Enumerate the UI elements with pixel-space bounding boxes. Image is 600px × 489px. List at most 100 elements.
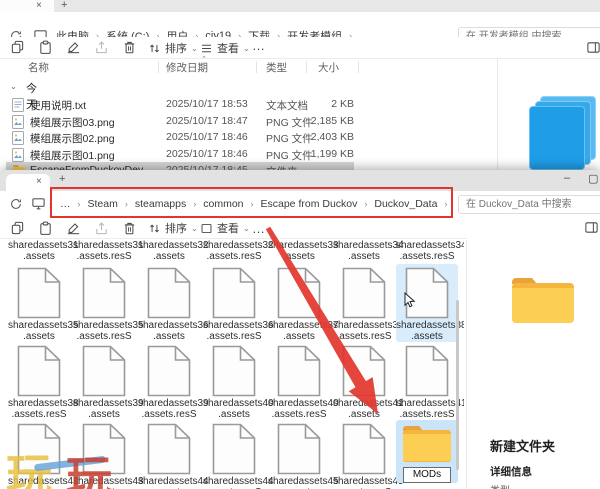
grid-item-file[interactable]: sharedassets35 .assets.resS: [73, 264, 144, 342]
file-icon: [268, 423, 330, 475]
column-header-row: ⌃ 名称 修改日期 类型 大小: [0, 56, 497, 76]
label-line1: sharedassets36: [138, 320, 209, 331]
grid-item-label: sharedassets32 .assets: [138, 240, 209, 262]
delete-icon[interactable]: [122, 221, 138, 237]
label-line1: sharedassets31: [73, 240, 144, 251]
sort-icon: [150, 224, 159, 232]
table-row[interactable]: 模组展示图03.png 2025/10/17 18:47 PNG 文件 2,185 K…: [0, 113, 497, 130]
grid-item-file[interactable]: sharedassets44.assets.resS: [203, 420, 274, 489]
grid-item-label: sharedassets38 .assets: [396, 320, 464, 342]
new-tab-icon[interactable]: +: [61, 0, 67, 11]
grid-item-label: sharedassets33 .assets: [268, 240, 339, 262]
rename-icon[interactable]: [66, 221, 82, 237]
view-button[interactable]: 查看 ⌄: [200, 40, 250, 56]
minimize-button[interactable]: –: [564, 172, 570, 184]
grid-item-file[interactable]: sharedassets40 .assets.resS: [268, 342, 339, 420]
table-row[interactable]: 模组展示图01.png 2025/10/17 18:46 PNG 文件 1,199 K…: [0, 146, 497, 163]
column-header-3[interactable]: 类型: [266, 60, 287, 75]
table-row[interactable]: 使用说明.txt 2025/10/17 18:53 文本文档 2 KB: [0, 96, 497, 113]
grid-item-label: sharedassets35 .assets.resS: [73, 320, 144, 342]
grid-item-file[interactable]: sharedassets41 .assets.resS: [396, 342, 464, 420]
image-file-icon: [12, 114, 25, 129]
file-icon: [333, 267, 395, 319]
grid-item-file[interactable]: sharedassets45.assets: [268, 420, 339, 489]
active-tab[interactable]: ×: [0, 0, 54, 12]
chevron-down-icon[interactable]: ⌄: [10, 82, 17, 91]
grid-item-file[interactable]: sharedassets44.assets: [138, 420, 209, 489]
share-icon[interactable]: [94, 40, 110, 56]
label-line2: .assets: [283, 331, 315, 342]
column-separator: [158, 61, 159, 73]
paste-icon[interactable]: [38, 221, 54, 237]
grid-item-file[interactable]: sharedassets34 .assets.resS: [396, 240, 464, 262]
more-options-button[interactable]: …: [252, 38, 266, 53]
text-file-icon: [12, 98, 25, 112]
grid-item-label: sharedassets37 .assets: [268, 320, 339, 342]
label-line2: .assets: [348, 409, 380, 420]
file-size: 2,185 KB: [310, 114, 354, 127]
grid-item-file[interactable]: sharedassets32 .assets: [138, 240, 209, 262]
delete-icon[interactable]: [122, 40, 138, 56]
chevron-down-icon: ⌄: [191, 43, 198, 53]
file-icon: [333, 423, 395, 475]
label-line1: sharedassets35: [73, 320, 144, 331]
more-options-button[interactable]: …: [252, 221, 266, 236]
search-input[interactable]: 在 Duckov_Data 中搜索: [458, 195, 600, 214]
label-line2: .assets.resS: [336, 331, 392, 342]
table-row[interactable]: 模组展示图02.png 2025/10/17 18:46 PNG 文件 2,403 K…: [0, 129, 497, 146]
grid-item-file[interactable]: sharedassets40 .assets: [203, 342, 274, 420]
grid-item-folder[interactable]: MODs: [396, 420, 458, 483]
label-line1: sharedassets45: [268, 476, 339, 487]
view-button[interactable]: 查看 ⌄: [200, 220, 250, 236]
grid-item-file[interactable]: sharedassets37 .assets: [268, 264, 339, 342]
chevron-down-icon: ⌄: [243, 223, 250, 233]
grid-item-file[interactable]: sharedassets39 .assets: [73, 342, 144, 420]
new-tab-icon[interactable]: +: [59, 173, 65, 185]
column-separator: [256, 61, 257, 73]
grid-item-file[interactable]: sharedassets38 .assets.resS: [8, 342, 79, 420]
rename-icon[interactable]: [66, 40, 82, 56]
grid-item-file[interactable]: sharedassets31 .assets: [8, 240, 79, 262]
grid-item-file[interactable]: sharedassets36 .assets: [138, 264, 209, 342]
label-line1: sharedassets39: [138, 398, 209, 409]
share-icon[interactable]: [94, 221, 110, 237]
label-line2: .assets: [411, 331, 443, 342]
label-line1: sharedassets34: [333, 240, 404, 251]
refresh-icon[interactable]: [9, 197, 23, 216]
details-pane-icon[interactable]: [586, 40, 600, 56]
grid-item-file[interactable]: sharedassets35 .assets: [8, 264, 79, 342]
copy-icon[interactable]: [10, 40, 26, 56]
rename-input[interactable]: MODs: [403, 467, 451, 483]
column-header-2[interactable]: 修改日期: [166, 60, 208, 75]
sort-button[interactable]: 排序 ⌄: [148, 220, 198, 236]
active-tab[interactable]: ×: [6, 174, 50, 191]
grid-item-file[interactable]: sharedassets39 .assets.resS: [138, 342, 209, 420]
paste-icon[interactable]: [38, 40, 54, 56]
sort-button[interactable]: 排序 ⌄: [148, 40, 198, 56]
vertical-scrollbar[interactable]: [456, 300, 459, 470]
copy-icon[interactable]: [10, 221, 26, 237]
close-tab-icon[interactable]: ×: [36, 0, 42, 12]
grid-item-file[interactable]: sharedassets32 .assets.resS: [203, 240, 274, 262]
grid-item-file[interactable]: sharedassets41 .assets: [333, 342, 404, 420]
close-tab-icon[interactable]: ×: [36, 176, 42, 188]
details-pane-icon[interactable]: [584, 220, 600, 236]
image-file-icon: [12, 147, 25, 162]
column-header-4[interactable]: 大小: [318, 60, 339, 75]
column-header-1[interactable]: 名称: [28, 60, 49, 75]
grid-item-file[interactable]: sharedassets31 .assets.resS: [73, 240, 144, 262]
grid-item-file[interactable]: sharedassets33 .assets: [268, 240, 339, 262]
maximize-button[interactable]: ▢: [588, 172, 598, 185]
grid-item-file[interactable]: sharedassets34 .assets: [333, 240, 404, 262]
this-pc-icon[interactable]: [31, 196, 46, 216]
grid-item-label: sharedassets41 .assets: [333, 398, 404, 420]
details-title: 新建文件夹: [490, 439, 556, 454]
file-size: 2 KB: [331, 98, 354, 110]
label-line1: sharedassets32: [138, 240, 209, 251]
grid-item-file[interactable]: sharedassets37 .assets.resS: [333, 264, 404, 342]
grid-item-file[interactable]: sharedassets45.assets.resS: [333, 420, 404, 489]
grid-item-file[interactable]: sharedassets36 .assets.resS: [203, 264, 274, 342]
sort-icon: [150, 44, 159, 52]
file-icon: [73, 345, 135, 397]
file-icon: [268, 345, 330, 397]
